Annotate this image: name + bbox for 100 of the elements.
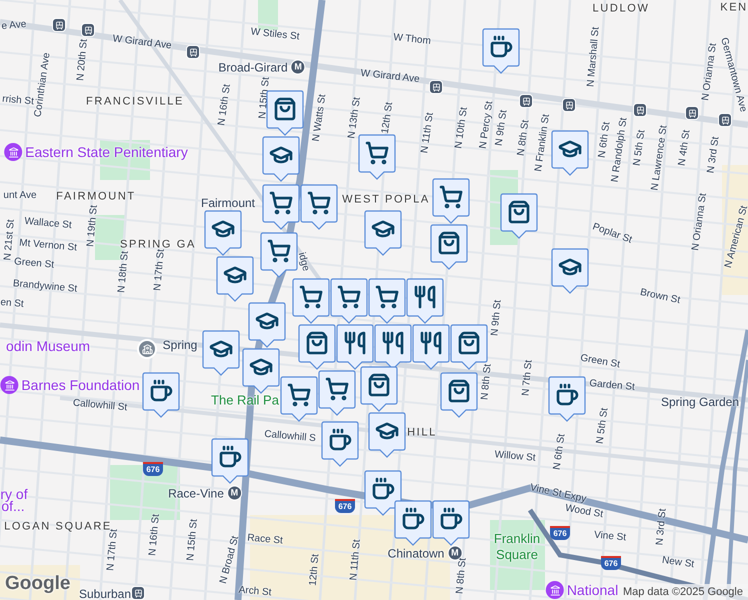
coffee-marker[interactable] <box>321 421 359 467</box>
shopping-cart-icon <box>439 185 463 209</box>
metro-badge: M <box>290 60 306 74</box>
coffee-marker[interactable] <box>482 28 520 74</box>
street-label: Garden St <box>588 379 636 393</box>
shopping-cart-marker[interactable] <box>330 278 368 324</box>
shopping-bag-marker[interactable] <box>360 366 398 412</box>
street-label: W Girard Ave <box>360 68 420 86</box>
coffee-cup-icon <box>218 445 242 469</box>
shopping-cart-marker[interactable] <box>260 232 298 278</box>
street-label: N American St <box>724 204 748 270</box>
coffee-marker[interactable] <box>364 470 402 516</box>
coffee-cup-icon <box>371 477 395 501</box>
shopping-cart-marker[interactable] <box>280 376 318 422</box>
highway-shield: 676 <box>601 556 621 570</box>
street-label: N Orianna St <box>691 192 709 252</box>
metro-badge: M <box>226 486 242 500</box>
street-label: New St <box>661 556 695 570</box>
shopping-cart-icon <box>287 383 311 407</box>
coffee-cup-icon <box>555 383 579 407</box>
school-marker[interactable] <box>202 330 240 376</box>
shopping-bag-marker[interactable] <box>430 224 468 270</box>
restaurant-marker[interactable] <box>406 278 444 324</box>
fork-knife-icon <box>413 285 437 309</box>
school-marker[interactable] <box>364 210 402 256</box>
street-label: Green St <box>579 354 621 370</box>
shopping-bag-marker[interactable] <box>298 324 336 370</box>
street-label: N 8th St <box>455 558 469 594</box>
shopping-bag-icon <box>273 97 297 121</box>
school-marker[interactable] <box>216 256 254 302</box>
street-label: Corinthian Ave <box>34 52 52 118</box>
shopping-bag-marker[interactable] <box>500 193 538 239</box>
street-label: N 9th St <box>490 300 504 336</box>
school-marker[interactable] <box>262 136 300 182</box>
street-label: Callowhill St <box>72 398 128 414</box>
neighborhood-label: FAIRMOUNT <box>56 192 136 202</box>
place-label: odin Museum <box>6 339 90 353</box>
shopping-cart-marker[interactable] <box>432 178 470 224</box>
street-label: unt Ave <box>3 191 37 201</box>
fork-knife-icon <box>381 331 405 355</box>
street-label: Mt Vernon St <box>18 238 78 254</box>
street-label: N Franklin St <box>534 114 552 172</box>
school-marker[interactable] <box>551 248 589 294</box>
shopping-cart-icon <box>267 239 291 263</box>
station-label: Fairmount <box>200 197 256 209</box>
shopping-cart-marker[interactable] <box>262 184 300 230</box>
street-label: N 8th St <box>480 364 494 400</box>
street-label: idge <box>296 252 310 272</box>
street-label: Callowhill S <box>264 430 316 444</box>
street-label: Arch St <box>238 586 272 598</box>
station-label: Broad-Girard <box>218 61 288 73</box>
school-marker[interactable] <box>368 412 406 458</box>
google-logo: Google <box>5 572 70 596</box>
tram-icon <box>81 23 95 37</box>
shopping-cart-marker[interactable] <box>318 370 356 416</box>
street-label: N 5th St <box>596 407 610 445</box>
shopping-cart-icon <box>269 191 293 215</box>
shopping-bag-icon <box>507 200 531 224</box>
coffee-marker[interactable] <box>548 376 586 422</box>
restaurant-marker[interactable] <box>412 324 450 370</box>
place-label: National <box>566 583 618 597</box>
station-label: Chinatown <box>388 547 444 559</box>
street-label: N 7th St <box>521 360 535 396</box>
coffee-cup-icon <box>149 379 173 403</box>
street-label: Poplar St <box>590 222 634 246</box>
landmark-icon <box>4 143 22 161</box>
street-label: N 3rd St <box>655 508 669 546</box>
shopping-cart-marker[interactable] <box>368 278 406 324</box>
shopping-bag-icon <box>457 331 481 355</box>
restaurant-marker[interactable] <box>336 324 374 370</box>
place-label: of... <box>1 499 25 513</box>
street-label: W Thom <box>392 33 432 47</box>
street-label: N Lawrence St <box>650 124 670 192</box>
tram-icon <box>429 80 443 94</box>
street-label: N 19th St <box>86 204 100 248</box>
coffee-marker[interactable] <box>432 500 470 546</box>
tram-icon <box>633 103 647 117</box>
neighborhood-label: HILL <box>407 428 437 438</box>
school-marker[interactable] <box>242 348 280 394</box>
shopping-cart-marker[interactable] <box>292 278 330 324</box>
street-label: Green St <box>14 257 54 271</box>
station-label: Suburban <box>78 588 132 600</box>
shopping-bag-marker[interactable] <box>440 372 478 418</box>
school-marker[interactable] <box>204 210 242 256</box>
street-label: W Girard Ave <box>112 34 172 52</box>
street-label: N 13th St <box>347 96 363 140</box>
street-label: N Orianna St <box>701 42 719 102</box>
shopping-bag-marker[interactable] <box>266 90 304 136</box>
street-label: Vine St Expy <box>529 483 587 505</box>
neighborhood-label: KEN <box>720 2 748 14</box>
coffee-marker[interactable] <box>142 372 180 418</box>
school-marker[interactable] <box>551 130 589 176</box>
coffee-marker[interactable] <box>211 438 249 484</box>
shopping-cart-marker[interactable] <box>300 184 338 230</box>
street-label: Wallace St <box>24 216 72 232</box>
shopping-cart-marker[interactable] <box>358 134 396 180</box>
street-label: Vine St <box>594 530 626 544</box>
street-label: rrish St <box>2 94 34 108</box>
school-marker[interactable] <box>248 302 286 348</box>
street-label: 12th St <box>308 554 322 586</box>
